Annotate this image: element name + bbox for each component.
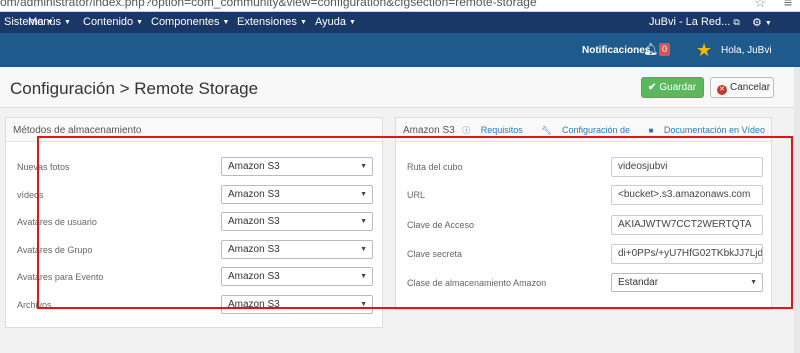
menu-menus[interactable]: Menús ▼ [28,16,71,28]
video-camera-icon: ■ [648,126,654,135]
link-label: Documentación en Vídeo [663,125,765,135]
field-label: Ruta del cubo [407,162,463,172]
site-link[interactable]: JuBvi - La Red... ⧉ [649,16,740,28]
panel-header: Amazon S3 ⓘ Requisitos 🔧︎ Configuración … [396,118,771,142]
menu-label: Ayuda [315,16,346,28]
dropdown-arrow-icon: ▼ [750,279,757,286]
dropdown-arrow-icon: ▼ [360,191,367,198]
gear-icon: ⚙ [752,17,762,29]
select-value: Amazon S3 [228,299,280,310]
row-label: Avatares de usuario [17,217,97,227]
notifications-label[interactable]: Notificaciones [582,45,650,56]
admin-top-menu: Sistema ▼ Menús ▼ Contenido ▼ Componentes ▼ … [0,12,800,33]
menu-label: Componentes [151,16,220,28]
caret-down-icon: ▼ [222,19,230,26]
page-scrollbar[interactable] [794,67,800,353]
storage-class-select[interactable]: Estandar ▼ [611,273,763,292]
storage-select-event-avatars[interactable]: Amazon S3 ▼ [221,267,373,286]
select-value: Amazon S3 [228,189,280,200]
secret-key-input[interactable]: di+0PPs/+yU7HfG02TKbkJJ7Ljdi [611,244,763,264]
panel-header: Métodos de almacenamiento [6,118,382,142]
select-value: Amazon S3 [228,271,280,282]
dropdown-arrow-icon: ▼ [360,218,367,225]
page-title: Configuración > Remote Storage [10,79,259,98]
user-greeting[interactable]: Hola, JuBvi [721,45,772,56]
storage-select-user-avatars[interactable]: Amazon S3 ▼ [221,212,373,231]
save-label: Guardar [659,82,697,93]
menu-ayuda[interactable]: Ayuda ▼ [315,16,356,28]
link-label: Configuración de [562,125,631,135]
field-label: Clase de almacenamiento Amazon [407,278,547,288]
caret-down-icon: ▼ [136,19,144,26]
requirements-link[interactable]: ⓘ Requisitos [454,125,523,135]
menu-label: Menús [28,16,62,28]
select-value: Amazon S3 [228,161,280,172]
row-label: Avatares para Evento [17,272,104,282]
caret-down-icon: ▼ [764,20,772,27]
url-input[interactable]: <bucket>.s3.amazonaws.com [611,185,763,205]
site-label: JuBvi - La Red... [649,16,731,28]
row-label: vídeos [17,190,44,200]
wrench-icon: 🔧︎ [541,126,552,135]
storage-select-videos[interactable]: Amazon S3 ▼ [221,185,373,204]
field-label: URL [407,190,426,200]
menu-contenido[interactable]: Contenido ▼ [83,16,143,28]
storage-select-group-avatars[interactable]: Amazon S3 ▼ [221,240,373,259]
notifications-count-badge[interactable]: 0 [659,43,670,56]
dropdown-arrow-icon: ▼ [360,163,367,170]
field-label: Clave secreta [407,249,463,259]
bell-icon[interactable]: 🔔︎ [643,42,658,56]
menu-label: Extensiones [237,16,297,28]
save-button[interactable]: ✔ Guardar [641,77,704,98]
configuration-link[interactable]: 🔧︎ Configuración de [533,125,630,135]
user-avatar-star-icon[interactable]: ★ [696,40,712,61]
dropdown-arrow-icon: ▼ [360,273,367,280]
access-key-input[interactable]: AKIAJWTW7CCT2WERTQTA [611,215,763,235]
dropdown-arrow-icon: ▼ [360,301,367,308]
storage-select-files[interactable]: Amazon S3 ▼ [221,295,373,314]
field-label: Clave de Acceso [407,220,475,230]
caret-down-icon: ▼ [349,19,356,26]
admin-header: Notificaciones 🔔︎ 0 ★ Hola, JuBvi [0,33,800,67]
storage-select-photos[interactable]: Amazon S3 ▼ [221,157,373,176]
row-label: Avatares de Grupo [17,245,93,255]
cancel-circle-icon: ✕ [717,85,727,95]
cancel-button[interactable]: ✕ Cancelar [710,77,774,98]
select-value: Amazon S3 [228,244,280,255]
cancel-label: Cancelar [730,82,771,93]
menu-label: Contenido [83,16,134,28]
row-label: Nuevas fotos [17,162,70,172]
external-link-icon: ⧉ [733,17,740,27]
menu-extensiones[interactable]: Extensiones ▼ [237,16,307,28]
dropdown-arrow-icon: ▼ [360,246,367,253]
storage-methods-panel: Métodos de almacenamiento Nuevas fotos A… [5,117,383,328]
browser-address-bar[interactable]: om/administrator/index.php?option=com_co… [0,0,800,12]
amazon-s3-panel: Amazon S3 ⓘ Requisitos 🔧︎ Configuración … [395,117,772,310]
bookmark-star-icon[interactable]: ☆ [754,0,766,11]
info-icon: ⓘ [462,126,471,135]
browser-menu-icon[interactable]: ≡ [784,0,792,10]
panel-links: ⓘ Requisitos 🔧︎ Configuración de ■ Docum… [446,125,765,136]
check-icon: ✔ [648,82,657,93]
page-titlebar: Configuración > Remote Storage ✔ Guardar … [0,67,800,108]
video-docs-link[interactable]: ■ Documentación en Vídeo [641,125,765,135]
caret-down-icon: ▼ [64,19,71,26]
select-value: Amazon S3 [228,216,280,227]
caret-down-icon: ▼ [299,19,307,26]
link-label: Requisitos [480,125,523,135]
select-value: Estandar [618,277,659,288]
row-label: Archivos [17,300,52,310]
url-text[interactable]: om/administrator/index.php?option=com_co… [0,0,537,9]
menu-componentes[interactable]: Componentes ▼ [151,16,229,28]
user-settings-menu[interactable]: ⚙ ▼ [752,16,772,29]
panel-title: Métodos de almacenamiento [13,125,142,136]
bucket-path-input[interactable]: videosjubvi [611,157,763,177]
